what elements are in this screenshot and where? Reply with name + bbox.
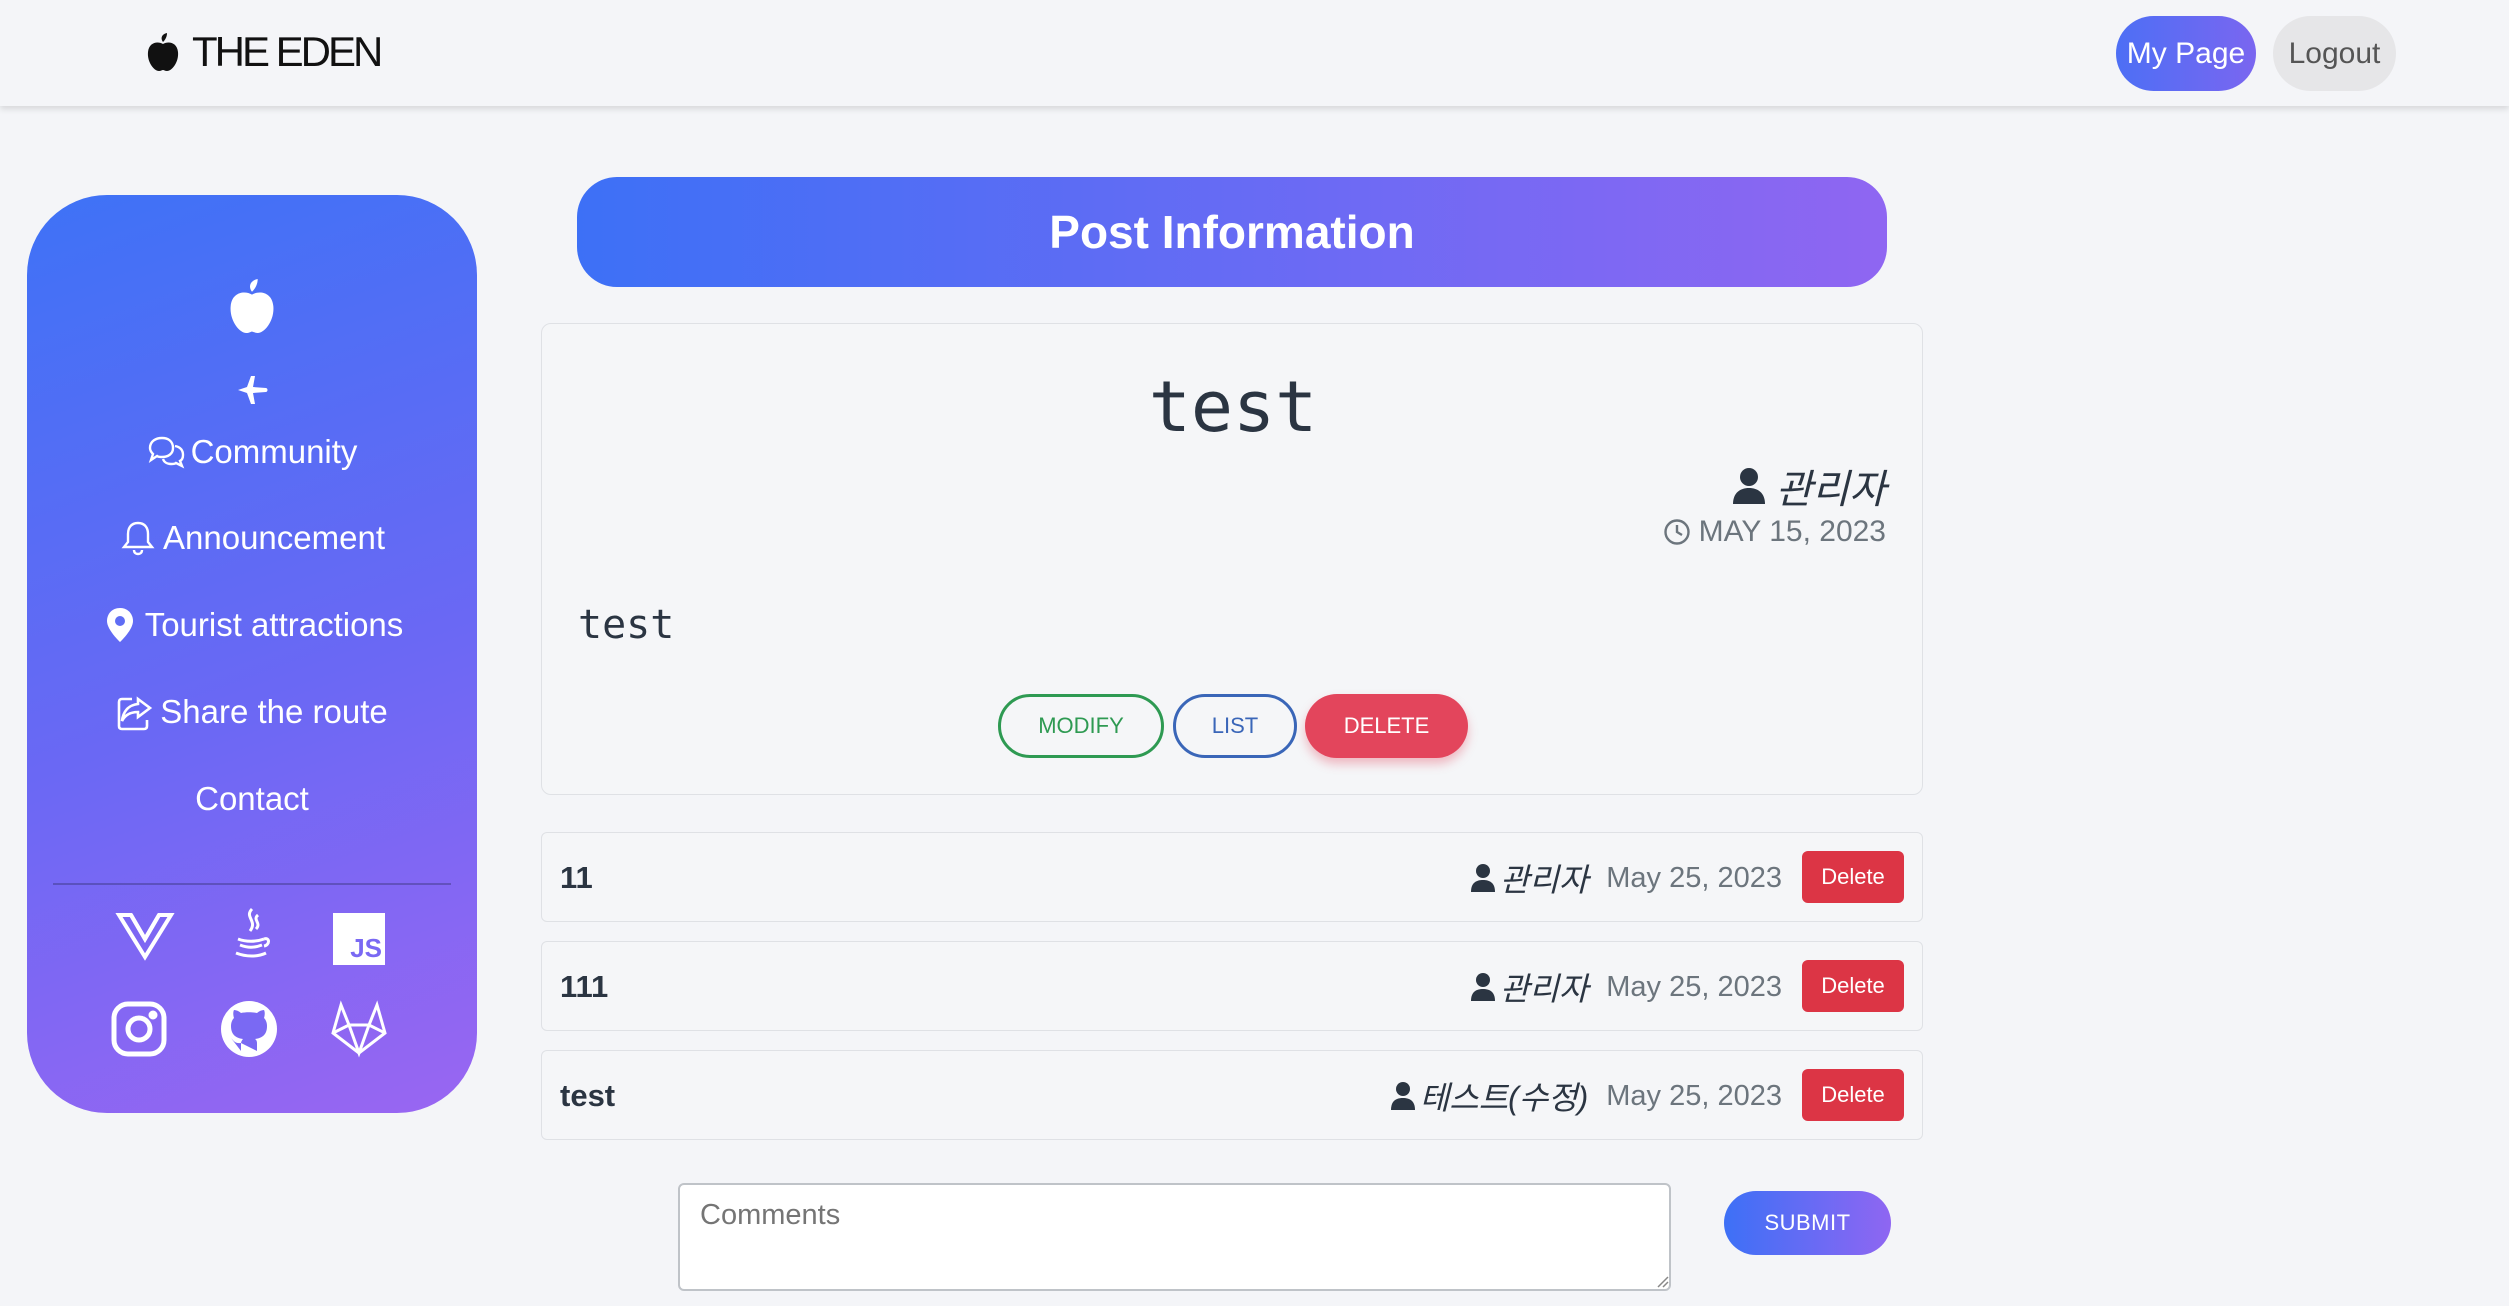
sidebar-item-share-route[interactable]: Share the route: [27, 693, 477, 731]
apple-icon: [147, 33, 179, 71]
user-icon: [1732, 468, 1765, 504]
comment-author: 관리자: [1470, 855, 1588, 901]
sidebar-item-tourist-attractions[interactable]: Tourist attractions: [27, 606, 477, 644]
comment-date: May 25, 2023: [1606, 1079, 1782, 1112]
user-icon: [1470, 864, 1495, 892]
delete-comment-button[interactable]: Delete: [1802, 960, 1904, 1012]
sidebar-item-contact[interactable]: Contact: [27, 780, 477, 818]
post-title: test: [1148, 366, 1318, 448]
sidebar-item-community[interactable]: Community: [27, 433, 477, 471]
sidebar-item-label: Community: [190, 433, 358, 470]
sidebar-divider: [53, 883, 451, 885]
submit-comment-button[interactable]: SUBMIT: [1724, 1191, 1891, 1255]
comment-text: 111: [560, 969, 609, 1004]
post-date: MAY 15, 2023: [1663, 515, 1886, 549]
comment-row: 111 관리자 May 25, 2023 Delete: [541, 941, 1923, 1031]
user-icon: [1470, 973, 1495, 1001]
comment-meta: 관리자 May 25, 2023: [1470, 942, 1782, 1032]
comment-meta: 관리자 May 25, 2023: [1470, 833, 1782, 923]
github-icon[interactable]: [219, 999, 279, 1059]
sidebar: Community Announcement Tourist attractio…: [27, 195, 477, 1113]
apple-icon[interactable]: [225, 275, 279, 337]
comment-author: 관리자: [1470, 964, 1588, 1010]
comment-text: 11: [560, 860, 593, 895]
modify-button[interactable]: MODIFY: [998, 694, 1164, 758]
top-navbar: THE EDEN My Page Logout: [0, 0, 2509, 106]
comment-author: 테스트(수정): [1390, 1073, 1589, 1119]
brand-name: THE EDEN: [192, 28, 383, 75]
js-icon[interactable]: JS: [333, 913, 385, 965]
sidebar-item-label: Tourist attractions: [144, 606, 404, 643]
comment-date: May 25, 2023: [1606, 970, 1782, 1003]
map-pin-icon: [106, 608, 133, 642]
share-icon: [117, 696, 153, 731]
comment-author-name: 테스트(수정): [1419, 1080, 1589, 1116]
plane-icon[interactable]: [235, 373, 269, 407]
comment-date: May 25, 2023: [1606, 861, 1782, 894]
instagram-icon[interactable]: [109, 999, 169, 1059]
resize-handle-icon[interactable]: [1655, 1274, 1669, 1288]
post-date-text: MAY 15, 2023: [1698, 515, 1886, 548]
list-button[interactable]: LIST: [1173, 694, 1297, 758]
comment-text: test: [560, 1078, 616, 1113]
vue-icon[interactable]: [115, 905, 175, 965]
comment-input[interactable]: [678, 1183, 1671, 1291]
my-page-button[interactable]: My Page: [2116, 16, 2256, 91]
comment-author-name: 관리자: [1499, 971, 1589, 1007]
js-icon-text: JS: [350, 933, 382, 963]
comment-row: test 테스트(수정) May 25, 2023 Delete: [541, 1050, 1923, 1140]
post-content: test: [578, 602, 675, 648]
brand-logo-link[interactable]: THE EDEN: [144, 28, 383, 76]
comment-author-name: 관리자: [1499, 862, 1589, 898]
post-author-name: 관리자: [1775, 468, 1886, 512]
clock-icon: [1663, 519, 1690, 545]
comment-meta: 테스트(수정) May 25, 2023: [1390, 1051, 1782, 1141]
sidebar-item-label: Announcement: [163, 519, 385, 556]
sidebar-item-label: Share the route: [160, 693, 388, 730]
chat-icon: [148, 436, 184, 469]
logout-button[interactable]: Logout: [2273, 16, 2396, 91]
java-icon[interactable]: [220, 905, 280, 965]
post-card: test 관리자 MAY 15, 2023 test MODIFY LIST D…: [541, 323, 1923, 795]
bell-icon: [121, 521, 155, 556]
user-icon: [1390, 1082, 1415, 1110]
delete-comment-button[interactable]: Delete: [1802, 851, 1904, 903]
sidebar-item-announcement[interactable]: Announcement: [27, 519, 477, 557]
page-title-banner: Post Information: [577, 177, 1887, 287]
sidebar-item-label: Contact: [195, 780, 309, 817]
delete-comment-button[interactable]: Delete: [1802, 1069, 1904, 1121]
gitlab-icon[interactable]: [329, 999, 389, 1059]
comment-row: 11 관리자 May 25, 2023 Delete: [541, 832, 1923, 922]
post-author: 관리자: [1732, 457, 1886, 515]
delete-post-button[interactable]: DELETE: [1305, 694, 1468, 758]
